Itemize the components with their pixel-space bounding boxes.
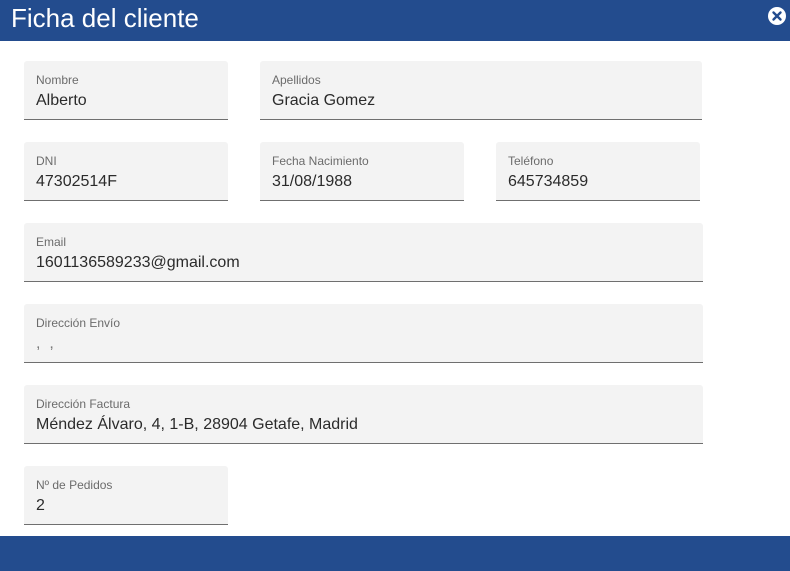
telefono-value: 645734859 — [508, 173, 589, 190]
fecha-nacimiento-label: Fecha Nacimiento — [272, 154, 369, 168]
fecha-nacimiento-field[interactable]: Fecha Nacimiento 31/08/1988 — [260, 142, 464, 201]
email-value: 1601136589233@gmail.com — [36, 254, 240, 271]
close-circle-icon — [772, 11, 782, 21]
dialog-header: Ficha del cliente — [0, 0, 790, 41]
telefono-label: Teléfono — [508, 154, 554, 168]
dialog-title: Ficha del cliente — [11, 3, 199, 33]
dialog-footer — [0, 536, 790, 571]
direccion-factura-value: Méndez Álvaro, 4, 1-B, 28904 Getafe, Mad… — [36, 416, 358, 433]
apellidos-field[interactable]: Apellidos Gracia Gomez — [260, 61, 702, 120]
nombre-label: Nombre — [36, 73, 79, 87]
dni-label: DNI — [36, 154, 57, 168]
dni-field[interactable]: DNI 47302514F — [24, 142, 228, 201]
nombre-value: Alberto — [36, 92, 87, 109]
direccion-factura-label: Dirección Factura — [36, 397, 131, 411]
apellidos-label: Apellidos — [272, 73, 321, 87]
direccion-envio-value: , , — [36, 335, 54, 352]
num-pedidos-value: 2 — [36, 497, 45, 514]
nombre-field[interactable]: Nombre Alberto — [24, 61, 228, 120]
direccion-factura-field[interactable]: Dirección Factura Méndez Álvaro, 4, 1-B,… — [24, 385, 703, 444]
close-button[interactable] — [768, 7, 786, 25]
apellidos-value: Gracia Gomez — [272, 92, 376, 109]
num-pedidos-label: Nº de Pedidos — [36, 478, 113, 492]
dni-value: 47302514F — [36, 173, 117, 190]
fecha-nacimiento-value: 31/08/1988 — [272, 173, 353, 190]
telefono-field[interactable]: Teléfono 645734859 — [496, 142, 700, 201]
email-label: Email — [36, 235, 67, 249]
email-field[interactable]: Email 1601136589233@gmail.com — [24, 223, 703, 282]
direccion-envio-label: Dirección Envío — [36, 316, 121, 330]
direccion-envio-field[interactable]: Dirección Envío , , — [24, 304, 703, 363]
num-pedidos-field[interactable]: Nº de Pedidos 2 — [24, 466, 228, 525]
